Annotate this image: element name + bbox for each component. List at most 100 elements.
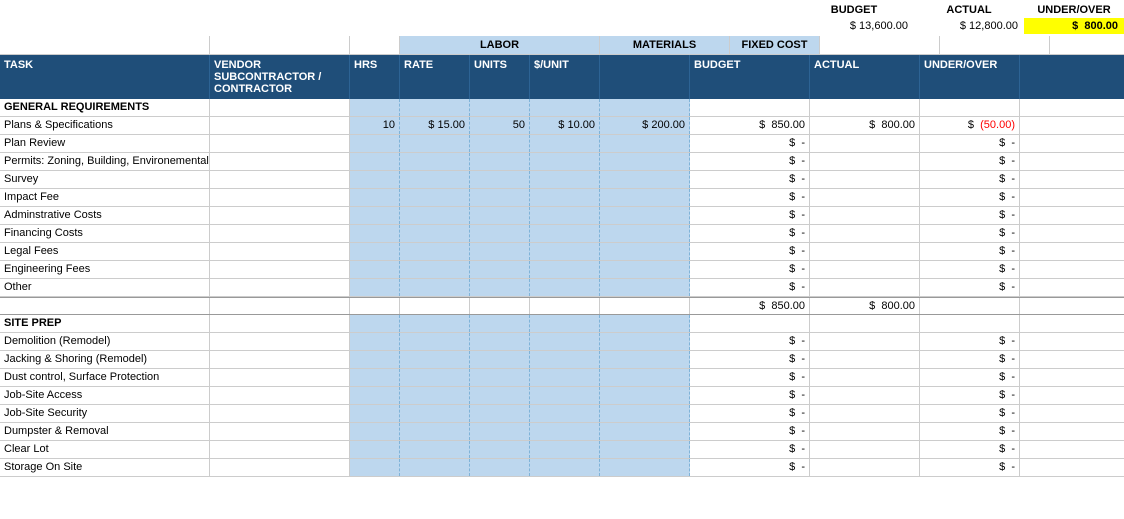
row-vendor bbox=[210, 459, 350, 476]
row-budget: $ - bbox=[690, 225, 810, 242]
row-sunit bbox=[530, 423, 600, 440]
row-sunit bbox=[530, 333, 600, 350]
row-sunit bbox=[530, 441, 600, 458]
row-sunit bbox=[530, 261, 600, 278]
row-hrs bbox=[350, 171, 400, 188]
row-sunit bbox=[530, 189, 600, 206]
row-sunit: $ 10.00 bbox=[530, 117, 600, 134]
row-actual bbox=[810, 207, 920, 224]
row-under: $ - bbox=[920, 351, 1020, 368]
sp-sunit bbox=[530, 315, 600, 332]
row-task: Dumpster & Removal bbox=[0, 423, 210, 440]
underover-col-header: UNDER/OVER bbox=[920, 55, 1020, 99]
row-budget: $ - bbox=[690, 135, 810, 152]
row-budget: $ - bbox=[690, 333, 810, 350]
row-vendor bbox=[210, 387, 350, 404]
row-fixed bbox=[600, 189, 690, 206]
row-under: $ - bbox=[920, 405, 1020, 422]
row-fixed bbox=[600, 243, 690, 260]
sp-rate bbox=[400, 315, 470, 332]
row-vendor bbox=[210, 189, 350, 206]
sp-hrs bbox=[350, 315, 400, 332]
row-actual bbox=[810, 135, 920, 152]
row-under: $ - bbox=[920, 279, 1020, 296]
row-fixed: $ 200.00 bbox=[600, 117, 690, 134]
totals-units bbox=[470, 298, 530, 314]
row-sunit bbox=[530, 459, 600, 476]
row-vendor bbox=[210, 405, 350, 422]
row-fixed bbox=[600, 171, 690, 188]
row-vendor bbox=[210, 351, 350, 368]
row-rate bbox=[400, 369, 470, 386]
row-under: $ - bbox=[920, 333, 1020, 350]
row-units: 50 bbox=[470, 117, 530, 134]
spreadsheet-container: BUDGET ACTUAL UNDER/OVER $ 13,600.00 $ 1… bbox=[0, 0, 1124, 477]
row-sunit bbox=[530, 369, 600, 386]
row-actual bbox=[810, 279, 920, 296]
row-rate bbox=[400, 135, 470, 152]
gr-rate bbox=[400, 99, 470, 116]
row-vendor bbox=[210, 333, 350, 350]
row-hrs bbox=[350, 207, 400, 224]
row-under: $ - bbox=[920, 171, 1020, 188]
underover-value: $ 800.00 bbox=[1024, 18, 1124, 34]
row-actual bbox=[810, 369, 920, 386]
row-fixed bbox=[600, 441, 690, 458]
summary-values-row: $ 13,600.00 $ 12,800.00 $ 800.00 bbox=[794, 18, 1124, 34]
table-row: Demolition (Remodel) $ - $ - bbox=[0, 333, 1124, 351]
gr-sunit bbox=[530, 99, 600, 116]
row-actual bbox=[810, 459, 920, 476]
row-sunit bbox=[530, 243, 600, 260]
gr-under bbox=[920, 99, 1020, 116]
task-group bbox=[0, 36, 210, 54]
row-under: $ - bbox=[920, 261, 1020, 278]
row-under: $ - bbox=[920, 369, 1020, 386]
row-rate bbox=[400, 279, 470, 296]
totals-rate bbox=[400, 298, 470, 314]
row-vendor bbox=[210, 207, 350, 224]
row-fixed bbox=[600, 333, 690, 350]
section-general-req: GENERAL REQUIREMENTS bbox=[0, 99, 1124, 117]
budget-group bbox=[820, 36, 940, 54]
sp-vendor bbox=[210, 315, 350, 332]
gr-vendor bbox=[210, 99, 350, 116]
row-fixed bbox=[600, 387, 690, 404]
row-task: Plan Review bbox=[0, 135, 210, 152]
row-budget: $ - bbox=[690, 387, 810, 404]
budget-col-header: BUDGET bbox=[690, 55, 810, 99]
sp-actual bbox=[810, 315, 920, 332]
row-task: Jacking & Shoring (Remodel) bbox=[0, 351, 210, 368]
vendor-group bbox=[210, 36, 350, 54]
row-units bbox=[470, 153, 530, 170]
row-task: Other bbox=[0, 279, 210, 296]
row-rate bbox=[400, 153, 470, 170]
totals-fixed bbox=[600, 298, 690, 314]
row-hrs bbox=[350, 333, 400, 350]
row-rate bbox=[400, 207, 470, 224]
vendor-header: VENDOR SUBCONTRACTOR / CONTRACTOR bbox=[210, 55, 350, 99]
row-task: Adminstrative Costs bbox=[0, 207, 210, 224]
row-task: Permits: Zoning, Building, Environementa… bbox=[0, 153, 210, 170]
actual-group bbox=[940, 36, 1050, 54]
row-actual bbox=[810, 153, 920, 170]
column-headers-row: TASK VENDOR SUBCONTRACTOR / CONTRACTOR H… bbox=[0, 55, 1124, 99]
row-fixed bbox=[600, 369, 690, 386]
row-budget: $ 850.00 bbox=[690, 117, 810, 134]
row-hrs bbox=[350, 369, 400, 386]
row-units bbox=[470, 423, 530, 440]
totals-sunit bbox=[530, 298, 600, 314]
table-row: Financing Costs $ - $ - bbox=[0, 225, 1124, 243]
row-actual bbox=[810, 351, 920, 368]
row-hrs bbox=[350, 261, 400, 278]
row-fixed bbox=[600, 135, 690, 152]
site-prep-label: SITE PREP bbox=[0, 315, 210, 332]
row-actual bbox=[810, 333, 920, 350]
row-budget: $ - bbox=[690, 261, 810, 278]
actual-value: $ 12,800.00 bbox=[914, 18, 1024, 34]
row-fixed bbox=[600, 405, 690, 422]
row-hrs bbox=[350, 279, 400, 296]
row-hrs bbox=[350, 243, 400, 260]
table-row: Plan Review $ - $ - bbox=[0, 135, 1124, 153]
section-site-prep: SITE PREP bbox=[0, 315, 1124, 333]
rate-header: RATE bbox=[400, 55, 470, 99]
